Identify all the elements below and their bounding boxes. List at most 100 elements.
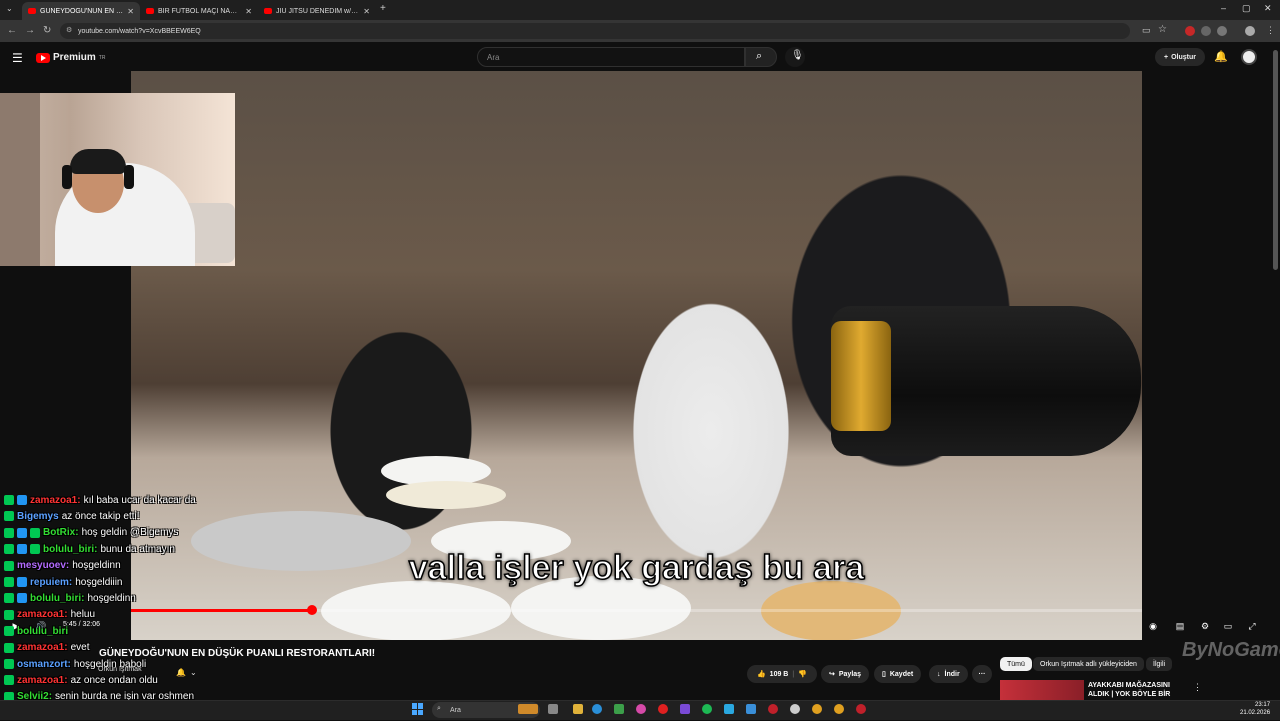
start-menu-icon[interactable] (412, 703, 424, 715)
chat-text: hoşgeldinn (87, 592, 136, 604)
bookmark-star-icon[interactable]: ☆ (1158, 24, 1167, 35)
fullscreen-icon[interactable]: ⤢ (1246, 620, 1258, 632)
chat-username[interactable]: osmanzort: (17, 659, 71, 670)
download-icon: ↓ (937, 670, 941, 678)
voice-search-button[interactable]: 🎙 (785, 47, 805, 67)
chat-username[interactable]: repuiem: (30, 577, 72, 588)
new-tab-button[interactable]: + (380, 3, 386, 14)
chip-all[interactable]: Tümü (1000, 657, 1032, 671)
save-icon: ▯ (882, 671, 886, 678)
app-icon[interactable] (680, 704, 690, 714)
reload-icon[interactable]: ↻ (43, 25, 51, 36)
back-icon[interactable]: ← (7, 25, 17, 36)
extensions-puzzle-icon[interactable] (1201, 26, 1211, 36)
maximize-icon[interactable]: ▢ (1242, 3, 1251, 14)
chat-username[interactable]: mesyuoev: (17, 560, 69, 571)
close-tab-icon[interactable]: ✕ (127, 7, 134, 16)
more-dots-icon: ··· (978, 670, 986, 678)
site-info-icon[interactable]: ⚙ (66, 26, 72, 34)
notifications-bell-icon[interactable]: 🔔 (1214, 50, 1228, 63)
chevron-down-icon[interactable]: ⌄ (190, 668, 197, 677)
chat-username[interactable]: bolulu_biri: (43, 544, 97, 555)
close-window-icon[interactable]: ✕ (1264, 3, 1272, 14)
chat-badge-icon (17, 593, 27, 604)
search-button[interactable]: ⌕ (745, 47, 777, 67)
recommended-menu-icon[interactable]: ⋮ (1193, 682, 1202, 693)
thumbs-down-icon[interactable]: 👎 (798, 670, 807, 678)
chat-badge-icon (4, 659, 14, 669)
chat-text: az önce takip etti! (61, 510, 140, 522)
close-tab-icon[interactable]: ✕ (363, 7, 370, 16)
chat-username[interactable]: zamazoa1: (17, 642, 68, 653)
download-button[interactable]: ↓ İndir (929, 665, 968, 683)
more-actions-button[interactable]: ··· (972, 665, 992, 683)
chat-badge-icon (4, 560, 14, 571)
recommended-thumbnail[interactable] (1000, 680, 1084, 700)
channel-name[interactable]: Orkun Işıtmak (98, 666, 142, 673)
app-icon[interactable] (746, 704, 756, 714)
extension-icon[interactable] (1185, 26, 1195, 36)
subtitles-icon[interactable]: ▤ (1174, 620, 1186, 632)
chat-username[interactable]: bolulu_biri (17, 626, 68, 637)
country-code: TR (98, 54, 106, 61)
chat-message: bolulu_biri (4, 623, 71, 639)
save-button[interactable]: ▯ Kaydet (874, 665, 922, 683)
app-icon[interactable] (856, 704, 866, 714)
chip-related[interactable]: İlgili (1146, 657, 1173, 671)
chat-badge-icon (4, 544, 14, 555)
app-icon[interactable] (636, 704, 646, 714)
save-label: Kaydet (889, 670, 914, 678)
forward-icon[interactable]: → (25, 25, 35, 36)
chat-badge-icon (4, 642, 14, 653)
create-button[interactable]: + Oluştur (1155, 48, 1205, 66)
theater-mode-icon[interactable]: ▭ (1222, 620, 1234, 632)
avatar[interactable] (1241, 49, 1257, 65)
minimize-icon[interactable]: – (1221, 3, 1226, 13)
close-tab-icon[interactable]: ✕ (245, 7, 252, 16)
spotify-icon[interactable] (702, 704, 712, 714)
tab-3[interactable]: JIU JITSU DENEDİM w/ İlknur K... ✕ (258, 2, 376, 20)
task-view-icon[interactable] (548, 704, 558, 714)
youtube-logo[interactable]: Premium TR (36, 52, 105, 63)
autoplay-toggle-icon[interactable]: ◉ (1147, 620, 1159, 632)
chat-text: hoşgeldiiin (75, 576, 123, 588)
taskbar-widget-icon[interactable] (518, 704, 538, 714)
app-icon[interactable] (658, 704, 668, 714)
like-button[interactable]: 👍 109 B | 👎 (747, 665, 817, 683)
chrome-icon[interactable] (812, 704, 822, 714)
chat-message: mesyuoev: hoşgeldinn (4, 558, 121, 574)
chat-message: zamazoa1: az once ondan oldu (4, 672, 158, 688)
chat-username[interactable]: zamazoa1: (17, 675, 68, 686)
profile-icon[interactable] (1217, 26, 1227, 36)
chrome-icon[interactable] (834, 704, 844, 714)
bell-subscribe-icon[interactable]: 🔔 (176, 668, 186, 677)
url-field[interactable]: ⚙ youtube.com/watch?v=XcvBBEEW6EQ (60, 23, 1130, 39)
tab-label: BİR FUTBOL MAÇI NASIL FACİA... (158, 7, 241, 15)
chat-username[interactable]: zamazoa1: (17, 609, 68, 620)
account-icon[interactable] (1245, 26, 1255, 36)
taskbar-clock[interactable]: 23:17 21.02.2026 (1240, 701, 1270, 717)
file-explorer-icon[interactable] (573, 704, 583, 714)
chip-from-uploader[interactable]: Orkun Işıtmak adlı yükleyiciden (1033, 657, 1144, 671)
app-icon[interactable] (768, 704, 778, 714)
hamburger-menu-icon[interactable]: ☰ (12, 51, 23, 65)
tab-2[interactable]: BİR FUTBOL MAÇI NASIL FACİA... ✕ (140, 2, 258, 20)
app-icon[interactable] (724, 704, 734, 714)
search-input[interactable]: Ara (477, 47, 745, 67)
tab-list-icon[interactable]: ⌄ (6, 4, 13, 13)
app-icon[interactable] (614, 704, 624, 714)
menu-dots-icon[interactable]: ⋮ (1266, 25, 1275, 36)
app-icon[interactable] (790, 704, 800, 714)
settings-gear-icon[interactable]: ⚙ (1199, 620, 1211, 632)
chat-username[interactable]: Bigemys (17, 511, 59, 522)
page-scrollbar[interactable] (1273, 50, 1278, 270)
cast-icon[interactable]: ▭ (1142, 25, 1151, 36)
chat-username[interactable]: BotRix: (43, 527, 79, 538)
share-button[interactable]: ↪ Paylaş (821, 665, 870, 683)
tab-active[interactable]: GÜNEYDOĞU'NUN EN DÜŞÜK... ✕ (22, 2, 140, 20)
chat-username[interactable]: zamazoa1: (30, 495, 81, 506)
create-label: Oluştur (1171, 53, 1196, 61)
edge-browser-icon[interactable] (592, 704, 602, 714)
chat-username[interactable]: bolulu_biri: (30, 593, 84, 604)
youtube-play-logo-icon (36, 52, 50, 63)
